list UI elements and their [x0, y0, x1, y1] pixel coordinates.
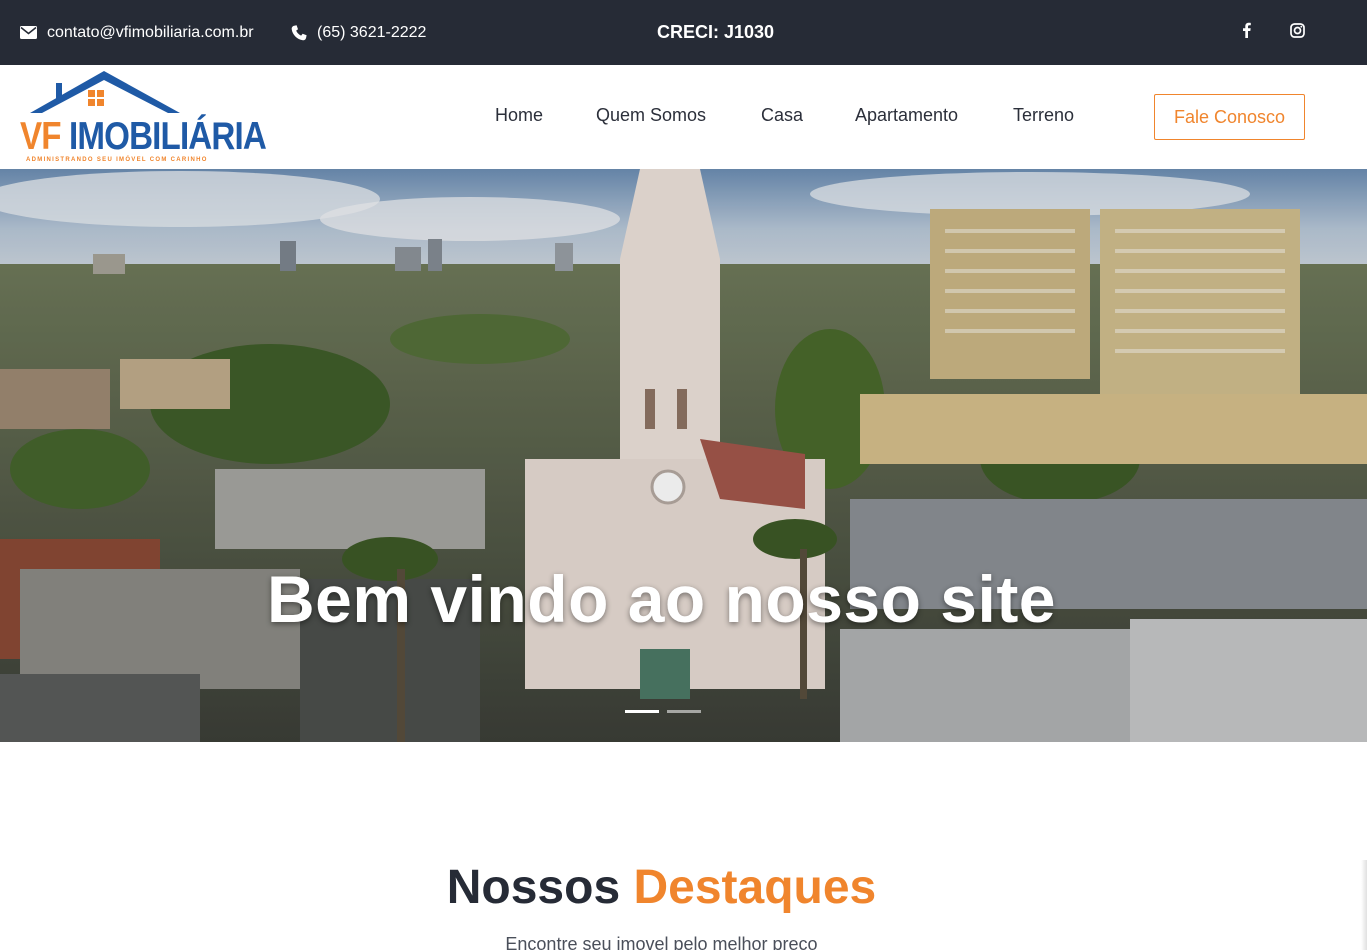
- logo-name: IMOBILIÁRIA: [69, 115, 267, 158]
- facebook-icon: [1242, 22, 1251, 38]
- instagram-icon: [1289, 22, 1305, 38]
- nav-casa[interactable]: Casa: [761, 105, 803, 126]
- instagram-link[interactable]: [1288, 21, 1306, 39]
- site-header: VF IMOBILIÁRIA ADMINISTRANDO SEU IMÓVEL …: [0, 65, 1367, 169]
- house-roof-icon: [30, 71, 180, 113]
- phone-icon: [291, 24, 307, 40]
- top-bar: contato@vfimobiliaria.com.br (65) 3621-2…: [0, 0, 1367, 65]
- site-logo[interactable]: VF IMOBILIÁRIA ADMINISTRANDO SEU IMÓVEL …: [20, 69, 267, 167]
- highlights-title-part2: Destaques: [633, 861, 877, 914]
- hero-city-image: [0, 169, 1367, 742]
- logo-tagline: ADMINISTRANDO SEU IMÓVEL COM CARINHO: [26, 157, 208, 163]
- slider-dot-1[interactable]: [625, 710, 659, 713]
- logo-vf: VF: [20, 115, 62, 158]
- highlights-title-part1: Nossos: [446, 861, 621, 914]
- contact-phone[interactable]: (65) 3621-2222: [291, 0, 426, 65]
- logo-wordmark: VF IMOBILIÁRIA: [20, 115, 267, 158]
- fale-conosco-button[interactable]: Fale Conosco: [1154, 94, 1305, 140]
- envelope-icon: [20, 26, 37, 39]
- email-text: contato@vfimobiliaria.com.br: [47, 23, 254, 41]
- slider-dot-2[interactable]: [667, 710, 701, 713]
- nav-apartamento[interactable]: Apartamento: [855, 105, 958, 126]
- highlights-title: Nossos Destaques: [0, 858, 1323, 918]
- contact-email[interactable]: contato@vfimobiliaria.com.br: [20, 0, 254, 65]
- nav-home[interactable]: Home: [495, 105, 543, 126]
- facebook-link[interactable]: [1237, 21, 1255, 39]
- phone-text: (65) 3621-2222: [317, 23, 427, 41]
- edge-shadow: [1361, 860, 1367, 950]
- nav-quem-somos[interactable]: Quem Somos: [596, 105, 706, 126]
- hero-title: Bem vindo ao nosso site: [267, 562, 1056, 636]
- hero-slider: Bem vindo ao nosso site: [0, 169, 1367, 742]
- highlights-subtitle: Encontre seu imovel pelo melhor preço: [505, 934, 818, 950]
- nav-terreno[interactable]: Terreno: [1013, 105, 1074, 126]
- creci-label: CRECI: J1030: [657, 22, 775, 42]
